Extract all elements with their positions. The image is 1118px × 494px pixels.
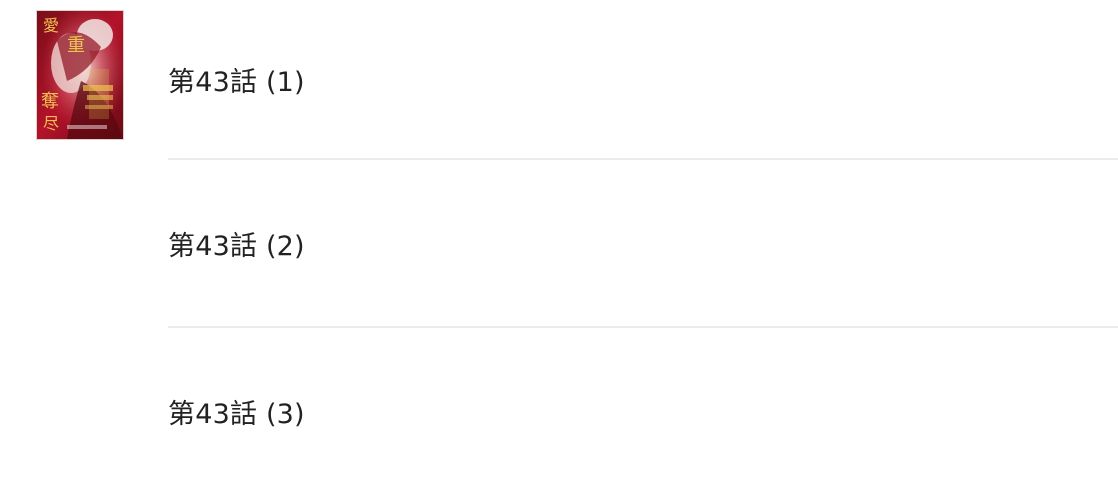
episode-row-2[interactable]: 第43話 (2) — [168, 160, 1118, 328]
episode-row-3[interactable]: 第43話 (3) — [168, 328, 1118, 494]
episode-title: 第43話 (2) — [168, 230, 305, 262]
cover-title-char-1: 愛 — [43, 16, 59, 35]
episode-row-1[interactable]: 第43話 (1) — [168, 0, 1118, 160]
cover-title-char-3: 奪 — [41, 91, 59, 112]
episode-list: 第43話 (1) 第43話 (2) 第43話 (3) — [168, 0, 1118, 494]
cover-art: 愛 重 奪 尽 — [37, 11, 123, 139]
cover-title-char-2: 重 — [67, 35, 85, 56]
cover-thumbnail[interactable]: 愛 重 奪 尽 — [36, 10, 124, 140]
episode-title: 第43話 (3) — [168, 398, 305, 430]
episode-title: 第43話 (1) — [168, 66, 305, 98]
cover-title-char-4: 尽 — [43, 114, 59, 133]
